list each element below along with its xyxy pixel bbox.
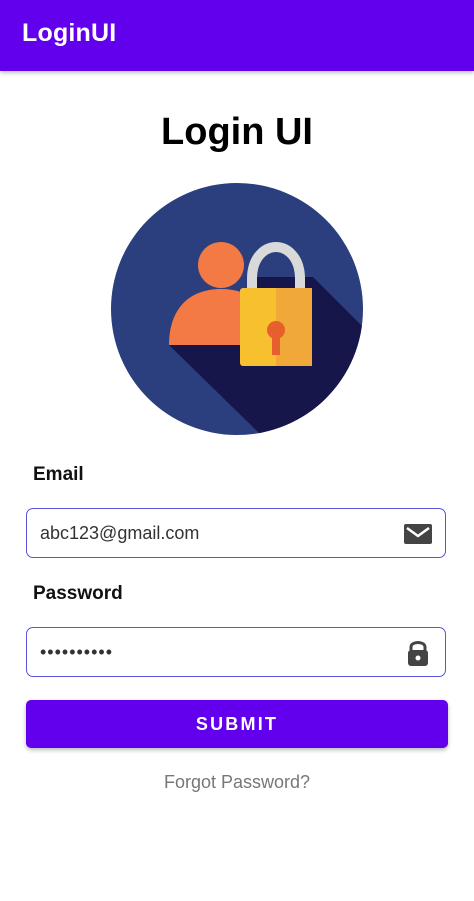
lock-icon: [408, 641, 428, 666]
password-label: Password: [33, 583, 123, 604]
password-value: ••••••••••: [40, 642, 114, 662]
submit-button[interactable]: SUBMIT: [26, 700, 448, 748]
page-title: Login UI: [161, 111, 313, 153]
forgot-password-link[interactable]: Forgot Password?: [0, 772, 474, 793]
email-label: Email: [33, 464, 84, 485]
password-field[interactable]: ••••••••••: [26, 627, 446, 677]
email-icon: [404, 524, 432, 544]
email-value: abc123@gmail.com: [40, 523, 200, 543]
user-lock-icon: [111, 183, 363, 435]
email-field[interactable]: abc123@gmail.com: [26, 508, 446, 558]
app-bar-title: LoginUI: [22, 19, 117, 47]
app-bar: LoginUI: [0, 0, 474, 71]
